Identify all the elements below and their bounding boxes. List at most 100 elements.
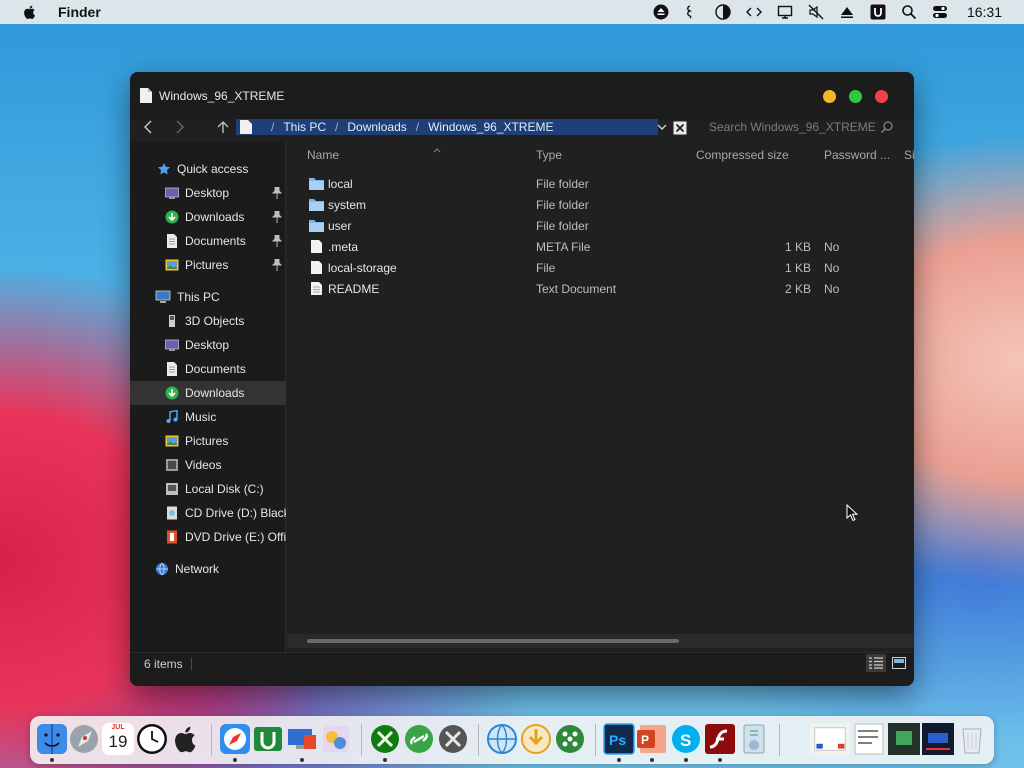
code-icon[interactable] <box>743 3 765 21</box>
triangle-icon[interactable] <box>836 3 858 21</box>
sidebar-item-pictures[interactable]: Pictures <box>130 429 286 453</box>
utorrent-icon[interactable] <box>252 723 284 755</box>
file-type: File folder <box>536 177 589 191</box>
preview-icon[interactable] <box>320 723 352 755</box>
safari-icon[interactable] <box>219 723 251 755</box>
photoshop-icon[interactable]: Ps <box>603 723 635 755</box>
address-bar[interactable]: / This PC / Downloads / Windows_96_XTREM… <box>236 119 658 135</box>
running-indicator <box>617 758 621 762</box>
sidebar-item-desktop-quick[interactable]: Desktop <box>130 181 286 205</box>
sidebar-item-dvd-drive[interactable]: DVD Drive (E:) Offic <box>130 525 286 549</box>
pin-icon[interactable] <box>272 235 282 247</box>
sidebar-item-music[interactable]: Music <box>130 405 286 429</box>
column-header-type[interactable]: Type <box>536 148 562 162</box>
sidebar-network[interactable]: Network <box>130 557 286 581</box>
search-icon[interactable] <box>880 120 894 134</box>
sidebar-item-documents[interactable]: Documents <box>130 357 286 381</box>
xbox-icon[interactable] <box>369 723 401 755</box>
window-thumb-4[interactable] <box>922 723 954 755</box>
column-header-password[interactable]: Password ... <box>824 148 890 162</box>
remote-desktop-icon[interactable] <box>286 723 318 755</box>
3d-objects-icon <box>169 315 175 327</box>
window-thumb-3[interactable] <box>888 723 920 755</box>
file-row[interactable]: README Text Document 2 KB No <box>287 278 914 299</box>
pin-icon[interactable] <box>272 259 282 271</box>
dark-mode-icon[interactable] <box>712 3 734 21</box>
sidebar-label: Downloads <box>185 386 245 400</box>
apple-menu-icon[interactable] <box>22 4 38 20</box>
dots-icon[interactable] <box>554 723 586 755</box>
window-thumb-2[interactable] <box>854 723 884 755</box>
launchpad-icon[interactable] <box>68 723 100 755</box>
calendar-icon[interactable]: JUL 19 <box>102 723 134 755</box>
sidebar-item-pictures-quick[interactable]: Pictures <box>130 253 286 277</box>
u-icon[interactable] <box>867 3 889 21</box>
chevron-down-icon[interactable] <box>656 120 668 134</box>
sidebar-item-videos[interactable]: Videos <box>130 453 286 477</box>
sidebar-label: Desktop <box>185 338 230 352</box>
control-center-icon[interactable] <box>929 3 951 21</box>
display-icon[interactable] <box>774 3 796 21</box>
flash-icon[interactable] <box>704 723 736 755</box>
tiles-view-button[interactable] <box>889 654 909 672</box>
eject-icon[interactable] <box>650 3 672 21</box>
sidebar-item-desktop[interactable]: Desktop <box>130 333 286 357</box>
search-icon[interactable] <box>898 3 920 21</box>
sidebar-item-3d-objects[interactable]: 3D Objects <box>130 309 286 333</box>
document-icon <box>140 88 152 103</box>
file-row[interactable]: local File folder <box>287 173 914 194</box>
pin-icon[interactable] <box>272 211 282 223</box>
download-icon[interactable] <box>520 723 552 755</box>
forward-button[interactable] <box>171 119 187 135</box>
horizontal-scrollbar[interactable] <box>287 634 914 648</box>
close-button[interactable] <box>875 90 888 103</box>
file-row[interactable]: user File folder <box>287 215 914 236</box>
running-indicator <box>233 758 237 762</box>
clear-address-icon[interactable] <box>673 121 687 135</box>
sidebar-item-downloads-quick[interactable]: Downloads <box>130 205 286 229</box>
tools-icon[interactable] <box>437 723 469 755</box>
search-box[interactable]: Search Windows_96_XTREME <box>709 119 899 135</box>
back-button[interactable] <box>141 119 157 135</box>
sidebar-item-local-disk[interactable]: Local Disk (C:) <box>130 477 286 501</box>
powerpoint-icon[interactable]: P <box>636 723 668 755</box>
finder-icon[interactable] <box>36 723 68 755</box>
running-indicator <box>650 758 654 762</box>
mute-icon[interactable] <box>805 3 827 21</box>
breadcrumb-downloads[interactable]: Downloads <box>347 120 406 134</box>
sidebar-item-cd-drive[interactable]: CD Drive (D:) Black <box>130 501 286 525</box>
file-type: Text Document <box>536 282 617 296</box>
minimize-button[interactable] <box>823 90 836 103</box>
menu-clock[interactable]: 16:31 <box>967 4 1002 20</box>
explorer-window: Windows_96_XTREME / This PC / Downloads … <box>130 72 914 686</box>
file-row[interactable]: .meta META File 1 KB No <box>287 236 914 257</box>
up-button[interactable] <box>215 119 231 135</box>
breadcrumb-current-folder[interactable]: Windows_96_XTREME <box>428 120 553 134</box>
file-size: 1 KB <box>784 240 811 254</box>
window-thumb-1[interactable] <box>810 723 850 755</box>
app-name[interactable]: Finder <box>58 4 101 20</box>
maximize-button[interactable] <box>849 90 862 103</box>
trash-icon[interactable] <box>956 723 988 755</box>
audio-icon[interactable] <box>681 3 703 21</box>
sidebar-quick-access[interactable]: Quick access <box>130 157 286 181</box>
column-header-size[interactable]: Si <box>904 148 914 162</box>
sidebar-this-pc[interactable]: This PC <box>130 285 286 309</box>
www-icon[interactable] <box>486 723 518 755</box>
details-view-button[interactable] <box>866 654 886 672</box>
scrollbar-thumb[interactable] <box>307 639 679 643</box>
link-icon[interactable] <box>403 723 435 755</box>
breadcrumb-this-pc[interactable]: This PC <box>283 120 326 134</box>
pin-icon[interactable] <box>272 187 282 199</box>
sidebar-item-documents-quick[interactable]: Documents <box>130 229 286 253</box>
title-bar[interactable]: Windows_96_XTREME <box>130 72 914 120</box>
clock-icon[interactable] <box>136 723 168 755</box>
file-row[interactable]: system File folder <box>287 194 914 215</box>
skype-icon[interactable]: S <box>670 723 702 755</box>
file-row[interactable]: local-storage File 1 KB No <box>287 257 914 278</box>
installer-icon[interactable] <box>738 723 770 755</box>
apple-icon[interactable] <box>170 723 202 755</box>
column-header-compressed-size[interactable]: Compressed size <box>696 148 789 162</box>
column-header-name[interactable]: Name <box>307 148 441 162</box>
sidebar-item-downloads[interactable]: Downloads <box>130 381 286 405</box>
